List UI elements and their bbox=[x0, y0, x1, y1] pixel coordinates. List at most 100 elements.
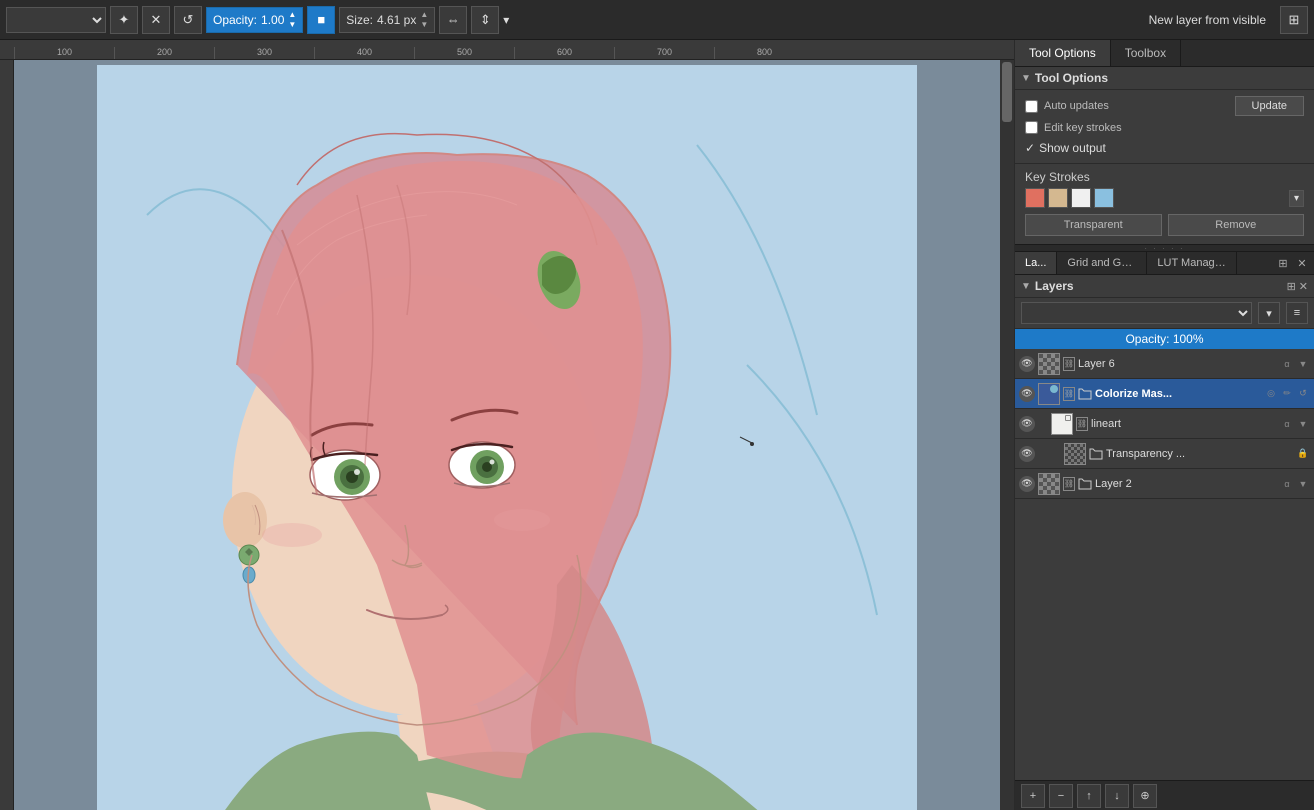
transparent-button[interactable]: Transparent bbox=[1025, 214, 1162, 236]
layers-tab-actions: ⊞ ✕ bbox=[1271, 252, 1314, 274]
layer-5-alpha-icon[interactable]: α bbox=[1280, 477, 1294, 491]
layers-tab-close-btn[interactable]: ✕ bbox=[1294, 255, 1310, 271]
layers-filter-btn[interactable]: ▾ bbox=[1258, 302, 1280, 324]
blend-mode-dropdown[interactable]: Normal bbox=[6, 7, 106, 33]
update-button[interactable]: Update bbox=[1235, 96, 1304, 116]
canvas-viewport[interactable] bbox=[14, 60, 1014, 810]
tab-toolbox[interactable]: Toolbox bbox=[1111, 40, 1181, 66]
layers-filter-btn-2[interactable]: ≡ bbox=[1286, 302, 1308, 324]
layer-1-thumb bbox=[1038, 353, 1060, 375]
brush-preview[interactable]: ■ bbox=[307, 6, 335, 34]
layer-item-2[interactable]: 👁 ⛓ Colorize Mas... ◎ ✏ ↺ bbox=[1015, 379, 1314, 409]
layer-4-actions: 🔒 bbox=[1296, 447, 1310, 461]
auto-updates-checkbox[interactable] bbox=[1025, 100, 1038, 113]
new-layer-from-visible-button[interactable]: New layer from visible bbox=[1139, 9, 1276, 31]
opacity-control: Opacity: 1.00 ▲ ▼ bbox=[206, 7, 303, 33]
layer-5-visibility[interactable]: 👁 bbox=[1019, 476, 1035, 492]
move-down-btn[interactable]: ↓ bbox=[1105, 784, 1129, 808]
color-swatch-4[interactable] bbox=[1094, 188, 1114, 208]
right-panel: Tool Options Toolbox ▼ Tool Options Auto… bbox=[1014, 40, 1314, 810]
add-layer-btn[interactable]: + bbox=[1021, 784, 1045, 808]
layers-tabs: La... Grid and Gu... LUT Manage... ⊞ ✕ bbox=[1015, 252, 1314, 275]
delete-layer-btn[interactable]: − bbox=[1049, 784, 1073, 808]
layer-2-name: Colorize Mas... bbox=[1095, 388, 1261, 400]
tool-icon-1[interactable]: ✦ bbox=[110, 6, 138, 34]
layer-3-visibility[interactable]: 👁 bbox=[1019, 416, 1035, 432]
key-stroke-actions: Transparent Remove bbox=[1015, 214, 1314, 244]
scrollbar-thumb[interactable] bbox=[1002, 62, 1012, 122]
tool-options-title: Tool Options bbox=[1035, 71, 1108, 85]
layer-3-chain[interactable]: ⛓ bbox=[1076, 417, 1088, 431]
layer-2-visibility[interactable]: 👁 bbox=[1019, 386, 1035, 402]
ruler-mark-600: 600 bbox=[514, 47, 614, 59]
opacity-value: 1.00 bbox=[261, 13, 284, 27]
new-layer-icon[interactable]: ⊞ bbox=[1280, 6, 1308, 34]
edit-key-strokes-checkbox[interactable] bbox=[1025, 121, 1038, 134]
tool-icon-3[interactable]: ↺ bbox=[174, 6, 202, 34]
layers-settings-btn[interactable]: ✕ bbox=[1299, 280, 1308, 293]
move-up-btn[interactable]: ↑ bbox=[1077, 784, 1101, 808]
tool-options-header: ▼ Tool Options bbox=[1015, 67, 1314, 90]
ruler-mark-200: 200 bbox=[114, 47, 214, 59]
layer-1-chain[interactable]: ⛓ bbox=[1063, 357, 1075, 371]
canvas-background bbox=[14, 60, 1000, 810]
canvas-scrollbar-v[interactable] bbox=[1000, 60, 1014, 810]
opacity-stepper[interactable]: ▲ ▼ bbox=[288, 10, 296, 29]
layer-5-more-icon[interactable]: ▼ bbox=[1296, 477, 1310, 491]
layer-item-3[interactable]: 👁 ⛓ lineart α ▼ bbox=[1015, 409, 1314, 439]
tab-lut-manager[interactable]: LUT Manage... bbox=[1147, 252, 1237, 274]
layer-5-folder bbox=[1078, 477, 1092, 491]
color-swatch-3[interactable] bbox=[1071, 188, 1091, 208]
layer-3-alpha-icon[interactable]: α bbox=[1280, 417, 1294, 431]
size-control: Size: 4.61 px ▲ ▼ bbox=[339, 7, 435, 33]
layer-2-more-icon[interactable]: ↺ bbox=[1296, 387, 1310, 401]
color-swatch-2[interactable] bbox=[1048, 188, 1068, 208]
layer-3-more-icon[interactable]: ▼ bbox=[1296, 417, 1310, 431]
color-swatch-1[interactable] bbox=[1025, 188, 1045, 208]
layer-3-actions: α ▼ bbox=[1280, 417, 1310, 431]
layer-5-thumb bbox=[1038, 473, 1060, 495]
layer-item-5[interactable]: 👁 ⛓ Layer 2 α ▼ bbox=[1015, 469, 1314, 499]
opacity-label: Opacity: bbox=[213, 13, 257, 27]
layers-copy-btn[interactable]: ⊞ bbox=[1287, 280, 1296, 293]
layer-5-chain[interactable]: ⛓ bbox=[1063, 477, 1075, 491]
layer-4-lock-icon[interactable]: 🔒 bbox=[1296, 447, 1310, 461]
tab-layers[interactable]: La... bbox=[1015, 252, 1057, 274]
canvas-artwork bbox=[97, 65, 917, 810]
ruler-mark-800: 800 bbox=[714, 47, 814, 59]
layer-1-alpha-icon[interactable]: α bbox=[1280, 357, 1294, 371]
tab-grid-guides[interactable]: Grid and Gu... bbox=[1057, 252, 1147, 274]
layer-2-brush-icon[interactable]: ✏ bbox=[1280, 387, 1294, 401]
layers-collapse-icon[interactable]: ▼ bbox=[1021, 281, 1031, 292]
edit-key-strokes-label: Edit key strokes bbox=[1044, 122, 1122, 134]
tab-tool-options[interactable]: Tool Options bbox=[1015, 40, 1111, 66]
layer-3-name: lineart bbox=[1091, 418, 1277, 430]
main-area: 100 200 300 400 500 600 700 800 bbox=[0, 40, 1314, 810]
layers-tab-copy-btn[interactable]: ⊞ bbox=[1275, 255, 1291, 271]
layers-blend-mode-select[interactable]: Behind bbox=[1021, 302, 1252, 324]
tool-icon-2[interactable]: ✕ bbox=[142, 6, 170, 34]
layer-item-4[interactable]: 👁 Transparency ... 🔒 bbox=[1015, 439, 1314, 469]
merge-btn[interactable]: ⊕ bbox=[1133, 784, 1157, 808]
layer-4-folder bbox=[1089, 447, 1103, 461]
layers-controls: Behind ▾ ≡ bbox=[1015, 298, 1314, 329]
layer-item-1[interactable]: 👁 ⛓ Layer 6 α ▼ bbox=[1015, 349, 1314, 379]
key-strokes-label: Key Strokes bbox=[1015, 164, 1314, 188]
canvas-area: 100 200 300 400 500 600 700 800 bbox=[0, 40, 1014, 810]
layer-5-actions: α ▼ bbox=[1280, 477, 1310, 491]
collapse-icon[interactable]: ▼ bbox=[1021, 73, 1031, 84]
layer-4-visibility[interactable]: 👁 bbox=[1019, 446, 1035, 462]
show-output-row: ✓ Show output bbox=[1025, 139, 1304, 157]
layers-opacity-label: Opacity: bbox=[1125, 332, 1169, 346]
flip-h-btn[interactable]: ⇔ bbox=[439, 6, 467, 34]
layer-1-visibility[interactable]: 👁 bbox=[1019, 356, 1035, 372]
color-dropdown-button[interactable]: ▾ bbox=[1289, 190, 1304, 207]
flip-v-btn[interactable]: ⇕ bbox=[471, 6, 499, 34]
layer-1-more-icon[interactable]: ▼ bbox=[1296, 357, 1310, 371]
remove-button[interactable]: Remove bbox=[1168, 214, 1305, 236]
drawing-canvas[interactable] bbox=[97, 65, 917, 810]
layer-2-chain[interactable]: ⛓ bbox=[1063, 387, 1075, 401]
flip-chevron[interactable]: ▾ bbox=[503, 13, 519, 27]
size-stepper[interactable]: ▲ ▼ bbox=[420, 10, 428, 29]
layer-2-paint-icon[interactable]: ◎ bbox=[1264, 387, 1278, 401]
